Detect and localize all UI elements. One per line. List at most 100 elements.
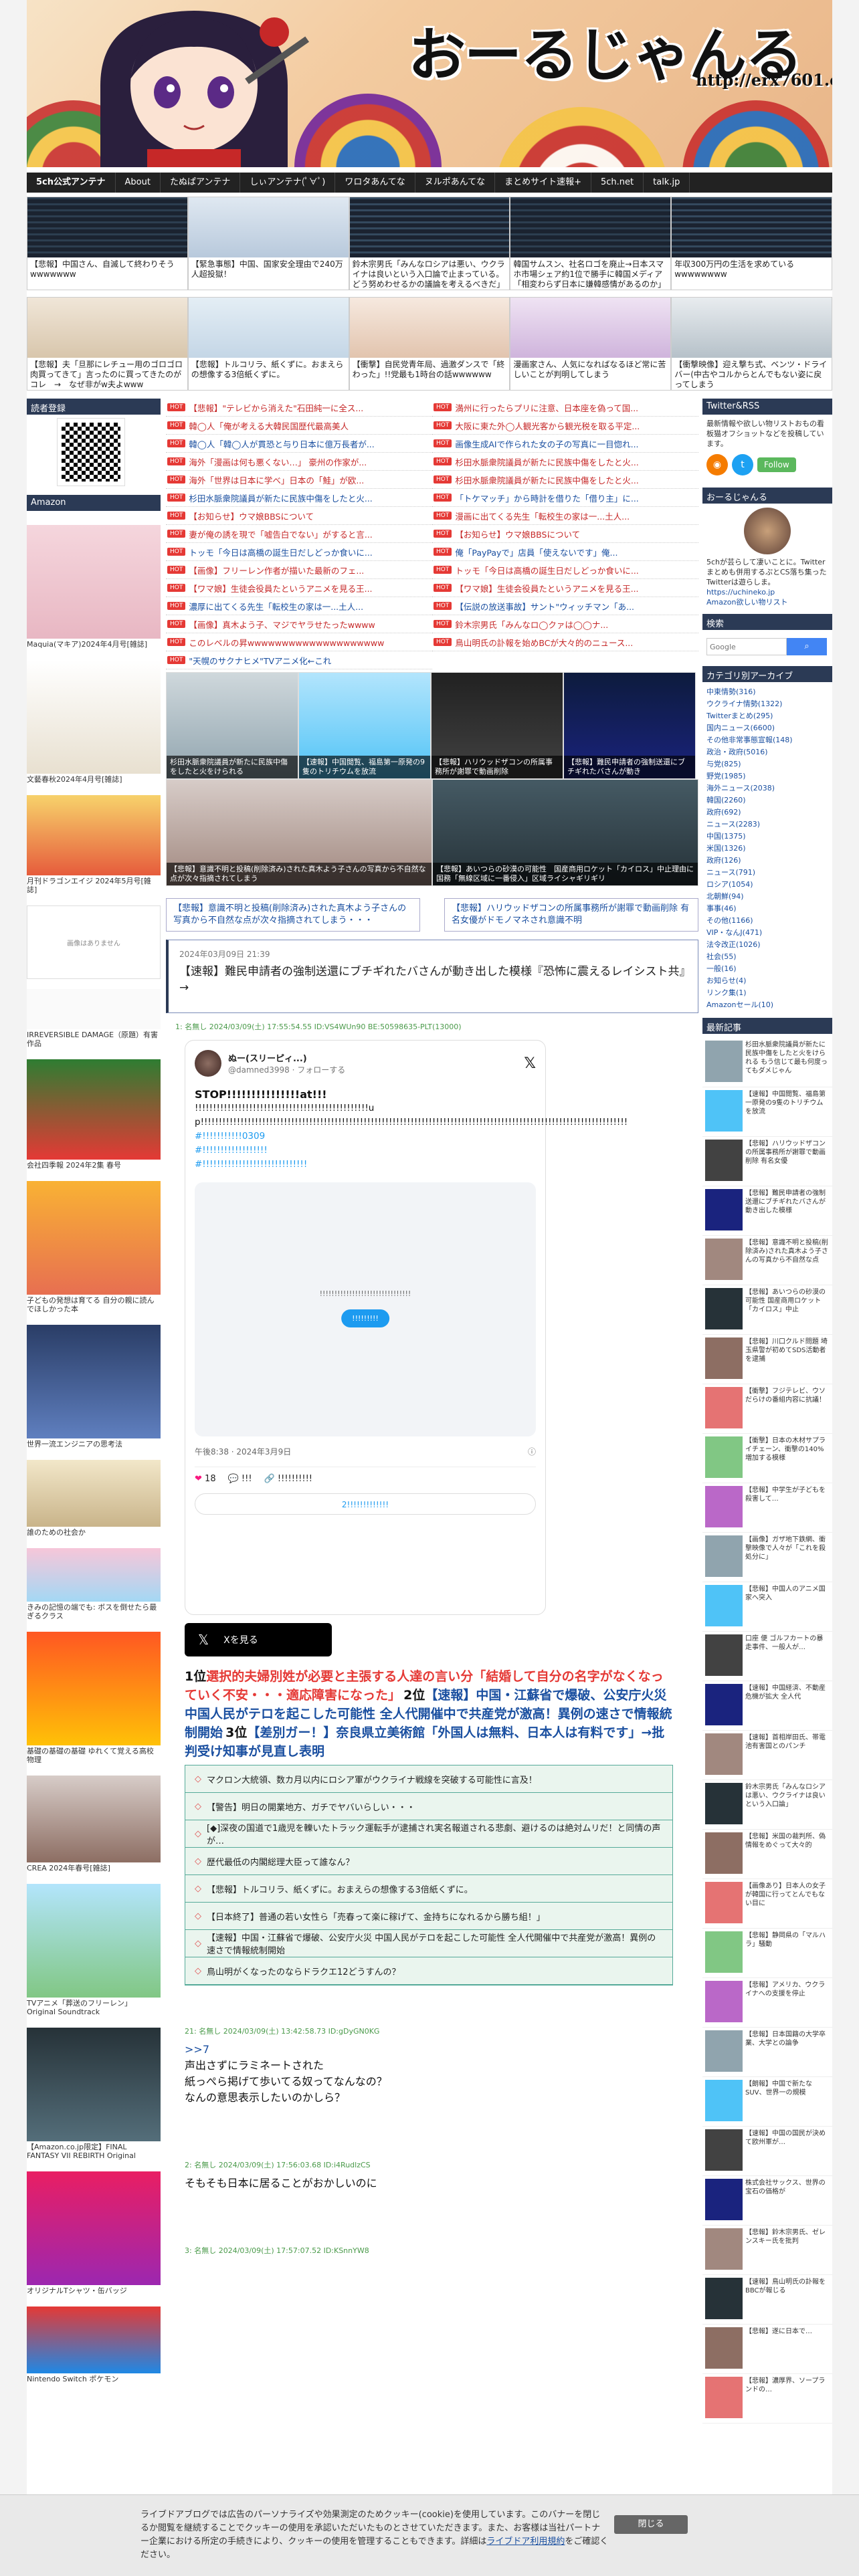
headline-item[interactable]: HOT 大阪に東た外◯人観光客から観光税を取る平定...: [432, 417, 698, 435]
headline-item[interactable]: HOT 濃厚に出てくる先生「転校生の家は一...土人...: [166, 597, 432, 615]
read-replies-button[interactable]: 2!!!!!!!!!!!!!: [195, 1493, 536, 1515]
top-thumb-item[interactable]: 【悲報】夫「旦那にレチュー用のゴロゴロ肉買ってきて」言ったのに買ってきたのがコレ…: [27, 297, 188, 391]
amazon-ad-item[interactable]: Maquia(マキア)2024年4月号[雑誌]: [27, 525, 161, 650]
photo-grid-item[interactable]: 【悲報】意識不明と投稿(削除済み)された真木よう子さんの写真から不自然な点が次々…: [166, 779, 432, 886]
recent-post-item[interactable]: 【速報】鳥山明氏の訃報をBBCが報じる: [702, 2275, 832, 2325]
category-item[interactable]: 韓国(2260): [706, 794, 828, 807]
headline-item[interactable]: HOT 【お知らせ】ウマ娘BBSについて: [432, 525, 698, 543]
tweet-timestamp[interactable]: 午後8:38 · 2024年3月9日: [195, 1446, 291, 1457]
site-url[interactable]: http://erx7601.com: [696, 70, 832, 90]
related-link-item[interactable]: ◇ 【速報】中国・江蘇省で爆破、公安庁火災 中国人民がテロを起こした可能性 全人代…: [185, 1930, 672, 1957]
reply-button[interactable]: 💬 !!!: [228, 1474, 252, 1484]
headline-item[interactable]: HOT "天幌のサクナヒメ"TVアニメ化←これ: [166, 651, 432, 669]
category-item[interactable]: VIP・なんJ(471): [706, 927, 828, 939]
rss-icon[interactable]: ◉: [706, 454, 728, 475]
top-thumb-item[interactable]: 【悲報】中国さん、自滅して終わりそうwwwwwww: [27, 197, 188, 290]
recent-post-item[interactable]: 【悲報】濃厚界、ソープランドの…: [702, 2374, 832, 2424]
recent-post-item[interactable]: 【速報】中国閲覧、福島第一原発の9隻のトリチウムを放流: [702, 1087, 832, 1137]
terms-link[interactable]: ライブドア利用規約: [486, 2537, 565, 2547]
recent-post-item[interactable]: 【衝撃】フジテレビ、ウソだらけの番組内容に抗議！: [702, 1384, 832, 1434]
category-item[interactable]: 中国(1375): [706, 831, 828, 843]
headline-item[interactable]: HOT 【画像】フリーレン作者が描いた最新のフェ...: [166, 561, 432, 579]
amazon-ad-item[interactable]: IRREVERSIBLE DAMAGE（原題）有害作品: [27, 989, 161, 1049]
recent-post-item[interactable]: 【衝撃】日本の木材サプライチェーン、衝撃の140%増加する模様: [702, 1434, 832, 1483]
nav-item-warota[interactable]: ワロタあんてな: [335, 173, 415, 193]
category-item[interactable]: ニュース(791): [706, 867, 828, 879]
headline-item[interactable]: HOT 海外「世界は日本に学べ」日本の「鮭」が欧...: [166, 471, 432, 489]
recent-post-item[interactable]: 【悲報】川口クルド問題 埼玉県警が初めてSDS活動者を逮捕: [702, 1335, 832, 1384]
headline-item[interactable]: HOT 海外「漫画は何も悪くない…」 豪州の作家が...: [166, 453, 432, 471]
recent-post-item[interactable]: 【朗報】中国で新たなSUV、世界一の規模: [702, 2077, 832, 2127]
copy-link-button[interactable]: 🔗 !!!!!!!!!!: [264, 1474, 312, 1484]
tweet-author-name[interactable]: ぬー(スリーピィ...): [228, 1051, 345, 1064]
headline-item[interactable]: HOT 韓◯人「俺が考える大韓民国歴代最高美人: [166, 417, 432, 435]
prev-article-link[interactable]: 【悲報】意識不明と投稿(削除済み)された真木よう子さんの写真から不自然な点が次々…: [166, 898, 420, 932]
recent-post-item[interactable]: 【悲報】難民申請者の強制送還にブチギれたバさんが動き出した模様: [702, 1186, 832, 1236]
photo-grid-item[interactable]: 【速報】中国閲覧、福島第一原発の9隻のトリチウムを放流: [298, 672, 431, 779]
headline-item[interactable]: HOT 【お知らせ】ウマ娘BBSについて: [166, 507, 432, 525]
headline-item[interactable]: HOT 俺「PayPayで」店員「使えないです」俺...: [432, 543, 698, 561]
top-thumb-item[interactable]: 【緊急事態】中国、国家安全理由で240万人超投獄！: [187, 197, 349, 290]
recent-post-item[interactable]: 【速報】首相岸田氏、帯電池有害国とのパンチ: [702, 1731, 832, 1780]
headline-item[interactable]: HOT 杉田水脈衆院議員が新たに民族中傷をしたと火...: [432, 471, 698, 489]
embedded-tweet[interactable]: ぬー(スリーピィ...) @damned3998 · フォローする 𝕏 STOP…: [185, 1040, 628, 1615]
tweet-media-view-button[interactable]: !!!!!!!!!: [341, 1309, 389, 1327]
headline-item[interactable]: HOT 満州に行ったらプリに注意、日本座を偽って国...: [432, 399, 698, 417]
nav-item-talk-jp[interactable]: talk.jp: [644, 173, 690, 193]
headline-item[interactable]: HOT 韓◯人「韓◯人が貫恐と与り日本に億万長者が...: [166, 435, 432, 453]
amazon-ad-item[interactable]: きみの記憶の端でも: ボスを倒せたら最ぎるクラス: [27, 1548, 161, 1622]
category-item[interactable]: その他非常事態宣報(148): [706, 734, 828, 746]
category-item[interactable]: 野党(1985): [706, 770, 828, 782]
nav-item-5ch-antenna[interactable]: 5ch公式アンテナ: [27, 173, 116, 193]
headline-item[interactable]: HOT 【画像】真木よう子、マジでヤラせたったwwww: [166, 615, 432, 633]
about-link[interactable]: https://uchineko.jp: [702, 587, 832, 597]
nav-item-matome[interactable]: まとめサイト速報+: [495, 173, 591, 193]
amazon-ad-item[interactable]: Nintendo Switch ポケモン: [27, 2306, 161, 2385]
amazon-ad-item[interactable]: 誰のための社会か: [27, 1460, 161, 1538]
category-item[interactable]: Amazonセール(10): [706, 999, 828, 1011]
headline-item[interactable]: HOT トッモ「今日は高橋の誕生日だしどっか食いに...: [432, 561, 698, 579]
amazon-ad-item[interactable]: 世界一流エンジニアの思考法: [27, 1325, 161, 1450]
recent-post-item[interactable]: 口座 便 ゴルフカートの暴走事件、一般人が…: [702, 1632, 832, 1681]
headline-item[interactable]: HOT 【ワマ娘】生徒会役員たというアニメを見る王...: [166, 579, 432, 597]
top-thumb-item[interactable]: 鈴木宗男氏「みんなロシアは悪い、ウクライナは良いという入口論で止まっている。どう…: [349, 197, 510, 290]
recent-post-item[interactable]: 【悲報】中学生が子どもを殺害して…: [702, 1483, 832, 1533]
amazon-ad-item[interactable]: 画像はありません: [27, 905, 161, 979]
top-thumb-item[interactable]: 漫画家さん、人気になればなるほど常に苦しいことが判明してしまう: [510, 297, 672, 391]
category-item[interactable]: ウクライナ情勢(1322): [706, 698, 828, 710]
headline-item[interactable]: HOT 【ワマ娘】生徒会役員たというアニメを見る王...: [432, 579, 698, 597]
qr-code[interactable]: [57, 418, 125, 486]
view-on-x-button[interactable]: 𝕏 Xを見る: [185, 1623, 332, 1656]
category-item[interactable]: 政府(692): [706, 807, 828, 819]
category-item[interactable]: 米国(1326): [706, 843, 828, 855]
twitter-icon[interactable]: t: [732, 454, 753, 475]
category-item[interactable]: Twitterまとめ(295): [706, 710, 828, 722]
nav-item-tanupa[interactable]: たぬぱアンテナ: [161, 173, 241, 193]
related-link-item[interactable]: ◇ [◆]深夜の国道で1歳児を轢いたトラック運転手が逮捕され実名報道される悲劇、避…: [185, 1820, 672, 1848]
ranking-item[interactable]: 3位【差別ガー！】奈良県立美術館「外国人は無料、日本人は有料です」→批判受け知事…: [185, 1725, 664, 1759]
category-item[interactable]: 与党(825): [706, 758, 828, 770]
photo-grid-item[interactable]: 【悲報】ハリウッドザコンの所属事務所が謝罪で動画削除: [431, 672, 563, 779]
headline-item[interactable]: HOT トッモ「今日は高橋の誕生日だしどっか食いに...: [166, 543, 432, 561]
recent-post-item[interactable]: 【悲報】遂に日本で…: [702, 2325, 832, 2374]
info-icon[interactable]: ⓘ: [528, 1446, 536, 1457]
recent-post-item[interactable]: 鈴木宗男氏「みんなロシアは悪い、ウクライナは良いという入口論」: [702, 1780, 832, 1830]
recent-post-item[interactable]: 【悲報】中国人のアニメ国家へ突入: [702, 1582, 832, 1632]
category-item[interactable]: 北朝鮮(94): [706, 891, 828, 903]
site-header-banner[interactable]: おーるじゃんる http://erx7601.com: [27, 0, 832, 167]
headline-item[interactable]: HOT 【伝説の放送事故】サント"ウィッチマン「あ...: [432, 597, 698, 615]
recent-post-item[interactable]: 【悲報】意識不明と投稿(削除済み)された真木よう子さんの写真から不自然な点: [702, 1236, 832, 1285]
headline-item[interactable]: HOT 漫画に出てくる先生「転校生の家は一...土人...: [432, 507, 698, 525]
category-item[interactable]: お知らせ(4): [706, 975, 828, 987]
next-article-link[interactable]: 【悲報】ハリウッドザコンの所属事務所が謝罪で動画削除 有名女優がドモノマネされ意…: [444, 898, 698, 932]
recent-post-item[interactable]: 【悲報】鈴木宗男氏、ゼレンスキー氏を批判: [702, 2226, 832, 2275]
recent-post-item[interactable]: 【悲報】あいつらの砂漠の可能性 国産商用ロケット「カイロス」中止: [702, 1285, 832, 1335]
nav-item-about[interactable]: About: [116, 173, 161, 193]
avatar[interactable]: [195, 1050, 221, 1077]
amazon-ad-item[interactable]: 子どもの発想は育てる 自分の親に読んでほしかった本: [27, 1181, 161, 1315]
amazon-ad-item[interactable]: 文藝春秋2024年4月号[雑誌]: [27, 660, 161, 785]
related-link-item[interactable]: ◇ 【悲報】トルコリラ、紙くずに。おまえらの想像する3倍紙くずに。: [185, 1875, 672, 1903]
category-item[interactable]: 法令改正(1026): [706, 939, 828, 951]
related-link-item[interactable]: ◇ 歴代最低の内閣総理大臣って誰なん？: [185, 1848, 672, 1875]
related-link-item[interactable]: ◇ 鳥山明がくなったのならドラクエ12どうすんの？: [185, 1957, 672, 1985]
